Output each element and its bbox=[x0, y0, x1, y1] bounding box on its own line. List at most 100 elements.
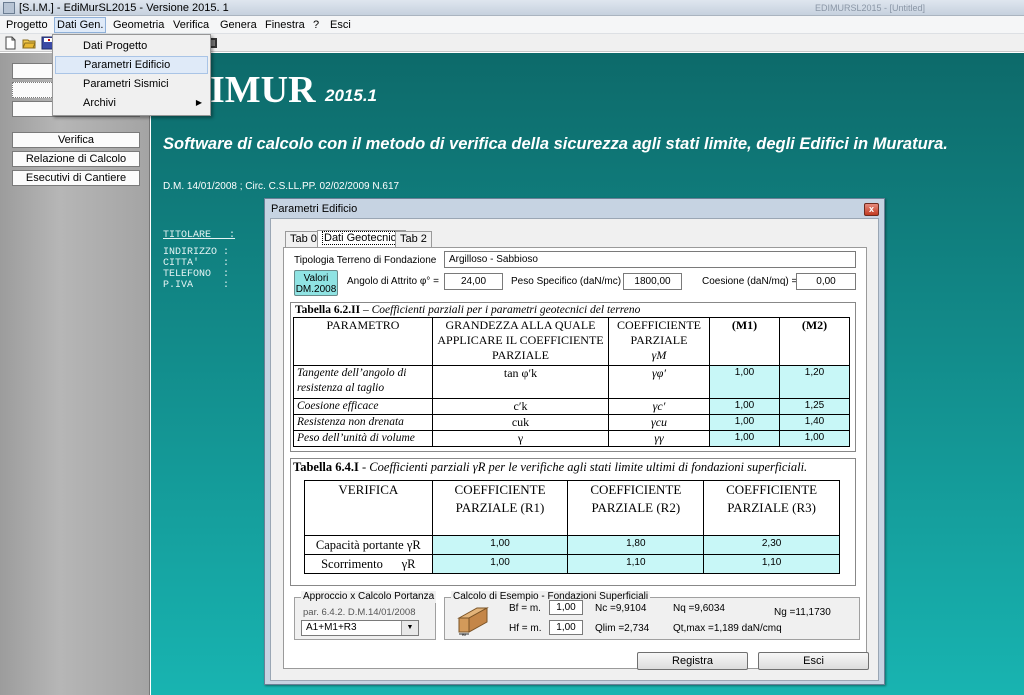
bf-label: Bf = m. bbox=[509, 603, 541, 614]
t1-row3-grandezza: γ bbox=[432, 430, 609, 447]
t1-row3-param: Peso dell’unità di volume bbox=[293, 430, 433, 447]
table-6-4-I-frame: Tabella 6.4.I - Coefficienti parziali γR… bbox=[290, 458, 856, 586]
attrito-label: Angolo di Attrito φ° = bbox=[347, 276, 439, 287]
t2-row1-r2[interactable]: 1,10 bbox=[567, 554, 705, 574]
bf-input[interactable]: 1,00 bbox=[549, 600, 583, 615]
t2-header-r2: COEFFICIENTE PARZIALE (R2) bbox=[567, 480, 705, 536]
dropdown-item-dati-progetto[interactable]: Dati Progetto bbox=[55, 37, 208, 55]
t1-header-gamma-m: γM bbox=[651, 348, 667, 362]
menu-verifica[interactable]: Verifica bbox=[171, 17, 211, 33]
t1-row2-param: Resistenza non drenata bbox=[293, 414, 433, 431]
registra-button[interactable]: Registra bbox=[637, 652, 748, 670]
t2-header-r1: COEFFICIENTE PARZIALE (R1) bbox=[431, 480, 569, 536]
tab-dati-geotecnici[interactable]: Dati Geotecnici bbox=[317, 230, 406, 248]
menu-geometria[interactable]: Geometria bbox=[111, 17, 166, 33]
t1-row3-m1[interactable]: 1,00 bbox=[709, 430, 780, 447]
tab-dati-geotecnici-label: Dati Geotecnici bbox=[322, 231, 401, 245]
t1-row3-m2[interactable]: 1,00 bbox=[779, 430, 850, 447]
owner-indirizzo: INDIRIZZO : bbox=[163, 247, 230, 258]
t1-header-coeff: COEFFICIENTE PARZIALE γM bbox=[608, 317, 710, 366]
foundation-diagram-icon: Bf bbox=[457, 607, 489, 636]
table-6-2-II-frame: Tabella 6.2.II – Coefficienti parziali p… bbox=[290, 302, 856, 452]
dialog-client: Tab 0 Dati Geotecnici Tab 2 Tipologia Te… bbox=[270, 218, 879, 681]
t1-row0-param: Tangente dell’angolo di resistenza al ta… bbox=[293, 365, 433, 399]
t2-row0-r3[interactable]: 2,30 bbox=[703, 535, 840, 555]
coesione-label: Coesione (daN/mq) = bbox=[702, 276, 798, 287]
hf-input[interactable]: 1,00 bbox=[549, 620, 583, 635]
nc-value: Nc =9,9104 bbox=[595, 603, 647, 614]
esecutivi-button[interactable]: Esecutivi di Cantiere bbox=[12, 170, 140, 186]
new-file-icon[interactable] bbox=[3, 36, 17, 50]
hero-subtitle: Software di calcolo con il metodo di ver… bbox=[163, 135, 948, 153]
qlim-value: Qlim =2,734 bbox=[595, 623, 650, 634]
t2-row1-r1[interactable]: 1,00 bbox=[431, 554, 569, 574]
relazione-button[interactable]: Relazione di Calcolo bbox=[12, 151, 140, 167]
esci-button[interactable]: Esci bbox=[758, 652, 869, 670]
parametri-edificio-dialog: Parametri Edificio x Tab 0 Dati Geotecni… bbox=[264, 198, 885, 685]
chevron-down-icon[interactable]: ▼ bbox=[401, 621, 418, 635]
t2-row0-r1[interactable]: 1,00 bbox=[431, 535, 569, 555]
t1-header-m2: (M2) bbox=[779, 317, 850, 366]
t2-header-r3: COEFFICIENTE PARZIALE (R3) bbox=[703, 480, 840, 536]
t1-row0-m1[interactable]: 1,00 bbox=[709, 365, 780, 399]
submenu-arrow-icon: ▶ bbox=[195, 98, 202, 107]
t1-row0-coeff: γφ′ bbox=[608, 365, 710, 399]
owner-telefono: TELEFONO : bbox=[163, 269, 230, 280]
t1-header-m1: (M1) bbox=[709, 317, 780, 366]
t1-row2-m2[interactable]: 1,40 bbox=[779, 414, 850, 431]
peso-input[interactable]: 1800,00 bbox=[623, 273, 682, 290]
table2-caption-text: - Coefficienti parziali γR per le verifi… bbox=[358, 460, 808, 474]
t1-row2-coeff: γcu bbox=[608, 414, 710, 431]
menu-esci[interactable]: Esci bbox=[328, 17, 353, 33]
t2-row0-r2[interactable]: 1,80 bbox=[567, 535, 705, 555]
dropdown-item-parametri-edificio[interactable]: Parametri Edificio bbox=[55, 56, 208, 74]
nq-value: Nq =9,6034 bbox=[673, 603, 725, 614]
valori-dm2008-button[interactable]: Valori DM.2008 bbox=[294, 270, 338, 296]
dati-gen-dropdown: Dati Progetto Parametri Edificio Paramet… bbox=[52, 34, 211, 116]
dropdown-item-archivi[interactable]: Archivi ▶ bbox=[55, 94, 208, 112]
owner-citta: CITTA' : bbox=[163, 258, 230, 269]
t1-row1-param: Coesione efficace bbox=[293, 398, 433, 415]
dialog-title: Parametri Edificio bbox=[271, 203, 358, 215]
open-folder-icon[interactable] bbox=[22, 36, 36, 50]
attrito-input[interactable]: 24,00 bbox=[444, 273, 503, 290]
t1-row1-coeff: γc′ bbox=[608, 398, 710, 415]
t1-header-grandezza: GRANDEZZA ALLA QUALE APPLICARE IL COEFFI… bbox=[432, 317, 609, 366]
t1-header-parametro: PARAMETRO bbox=[293, 317, 433, 366]
terrain-input[interactable]: Argilloso - Sabbioso bbox=[444, 251, 856, 268]
menu-help[interactable]: ? bbox=[311, 17, 321, 33]
menu-genera[interactable]: Genera bbox=[218, 17, 259, 33]
hf-label: Hf = m. bbox=[509, 623, 542, 634]
verifica-button[interactable]: Verifica bbox=[12, 132, 140, 148]
t2-row0-label: Capacità portante γR bbox=[304, 535, 433, 555]
owner-titolare: TITOLARE : bbox=[163, 230, 236, 241]
close-icon[interactable]: x bbox=[864, 203, 879, 216]
title-bar: [S.I.M.] - EdiMurSL2015 - Versione 2015.… bbox=[0, 0, 1024, 16]
tab-2[interactable]: Tab 2 bbox=[395, 231, 432, 247]
table1-caption: Tabella 6.2.II – Coefficienti parziali p… bbox=[295, 304, 640, 317]
archivi-label: Archivi bbox=[83, 97, 117, 109]
hero-title: IMUR bbox=[210, 69, 316, 111]
table-6-2-II: PARAMETRO GRANDEZZA ALLA QUALE APPLICARE… bbox=[293, 317, 850, 447]
window-title: [S.I.M.] - EdiMurSL2015 - Versione 2015.… bbox=[19, 2, 229, 14]
owner-piva: P.IVA : bbox=[163, 280, 230, 291]
menu-finestra[interactable]: Finestra bbox=[263, 17, 307, 33]
t1-row1-m2[interactable]: 1,25 bbox=[779, 398, 850, 415]
menu-bar: Progetto Dati Gen. Geometria Verifica Ge… bbox=[0, 16, 1024, 34]
coesione-input[interactable]: 0,00 bbox=[796, 273, 856, 290]
peso-label: Peso Specifico (daN/mc) bbox=[511, 276, 622, 287]
dropdown-item-parametri-sismici[interactable]: Parametri Sismici bbox=[55, 75, 208, 93]
app-icon bbox=[3, 2, 15, 14]
t1-row2-m1[interactable]: 1,00 bbox=[709, 414, 780, 431]
esempio-group: Calcolo di Esempio - Fondazioni Superfic… bbox=[444, 591, 860, 640]
t1-row1-m1[interactable]: 1,00 bbox=[709, 398, 780, 415]
hero-reference: D.M. 14/01/2008 ; Circ. C.S.LL.PP. 02/02… bbox=[163, 181, 400, 192]
ghost-title: EDIMURSL2015 - [Untitled] bbox=[815, 3, 926, 13]
t1-header-coeff-text: COEFFICIENTE PARZIALE bbox=[617, 318, 701, 347]
t2-row1-r3[interactable]: 1,10 bbox=[703, 554, 840, 574]
menu-dati-gen[interactable]: Dati Gen. bbox=[54, 17, 107, 33]
t1-row0-m2[interactable]: 1,20 bbox=[779, 365, 850, 399]
menu-progetto[interactable]: Progetto bbox=[4, 17, 50, 33]
table1-caption-text: – Coefficienti parziali per i parametri … bbox=[360, 304, 641, 316]
approccio-select-value: A1+M1+R3 bbox=[306, 622, 357, 633]
